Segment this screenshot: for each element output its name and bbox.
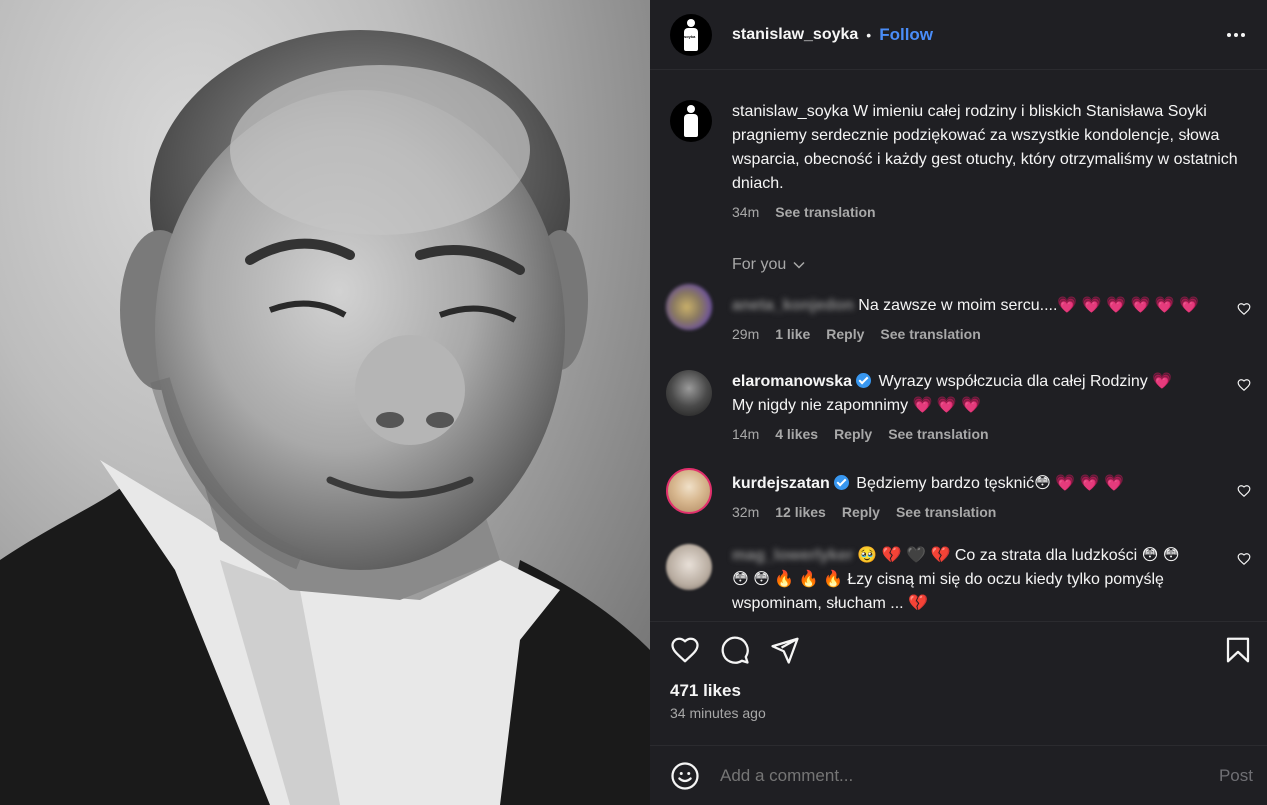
sort-label: For you [732, 256, 787, 273]
post-time: 34 minutes ago [670, 705, 766, 721]
comment-like-icon[interactable] [1237, 552, 1251, 571]
comments-section[interactable]: stanislaw_soyka W imieniu całej rodziny … [650, 70, 1267, 621]
comment-item: mag_lowerlyker 🥹 💔 🖤 💔 Co za strata dla … [666, 544, 1255, 616]
comment-time: 32m [732, 504, 760, 520]
commenter-avatar[interactable] [666, 544, 712, 590]
post-panel: soyka stanislaw_soyka • Follow stanislaw… [650, 0, 1267, 805]
comment-like-icon[interactable] [1237, 484, 1251, 503]
caption: stanislaw_soyka W imieniu całej rodziny … [666, 100, 1255, 220]
comment-body-line2: My nigdy nie zapomnimy 💗 💗 💗 [732, 397, 982, 414]
emoji-icon[interactable] [670, 761, 700, 791]
comment-input[interactable] [720, 765, 1219, 786]
caption-avatar[interactable] [670, 100, 712, 142]
heart-icon[interactable] [670, 635, 700, 665]
comment-likes[interactable]: 12 likes [775, 504, 826, 520]
comment-body-line3: wspominam, słucham ... 💔 [732, 595, 928, 612]
comment-time: 29m [732, 326, 760, 342]
author-avatar[interactable]: soyka [670, 13, 712, 56]
follow-button[interactable]: Follow [879, 25, 933, 45]
reply-button[interactable]: Reply [842, 504, 880, 520]
comment-meta: 32m 12 likes Reply See translation [732, 504, 1222, 520]
commenter-avatar[interactable] [666, 284, 712, 330]
reply-button[interactable]: Reply [826, 326, 864, 342]
comment-text: elaromanowska Wyrazy współczucia dla cał… [732, 370, 1222, 418]
commenter-username[interactable]: elaromanowska [732, 373, 852, 390]
separator-dot: • [866, 26, 872, 43]
caption-username[interactable]: stanislaw_soyka [732, 103, 849, 120]
comment-meta: 14m 4 likes Reply See translation [732, 426, 1222, 442]
more-options-icon[interactable] [1221, 27, 1251, 43]
comment-likes[interactable]: 1 like [775, 326, 810, 342]
comment-body-line2: 😳 😳 🔥 🔥 🔥 Łzy cisną mi się do oczu kiedy… [732, 571, 1164, 588]
post-header: soyka stanislaw_soyka • Follow [650, 0, 1267, 70]
post-photo [0, 0, 650, 805]
see-translation-button[interactable]: See translation [896, 504, 996, 520]
commenter-avatar[interactable] [666, 370, 712, 416]
caption-text: stanislaw_soyka W imieniu całej rodziny … [732, 100, 1255, 196]
caption-meta: 34m See translation [732, 204, 1255, 220]
author-username[interactable]: stanislaw_soyka [732, 26, 858, 44]
comment-item: kurdejszatan Będziemy bardzo tęsknić😳 💗 … [666, 468, 1255, 520]
post-actions [650, 621, 1267, 677]
verified-badge-icon [833, 475, 849, 490]
comment-body: Na zawsze w moim sercu....💗 💗 💗 💗 💗 💗 [858, 297, 1200, 314]
comment-like-icon[interactable] [1237, 302, 1251, 321]
commenter-avatar[interactable] [666, 468, 712, 514]
commenter-username[interactable]: kurdejszatan [732, 475, 830, 492]
avatar-tag: soyka [684, 33, 696, 39]
commenter-username[interactable]: mag_lowerlyker [732, 544, 853, 568]
sort-dropdown[interactable]: For you [732, 256, 1255, 274]
chevron-down-icon [793, 261, 805, 269]
likes-count[interactable]: 471 likes [650, 677, 1267, 705]
comment-likes[interactable]: 4 likes [775, 426, 818, 442]
comment-item: aneta_konjedon Na zawsze w moim sercu...… [666, 284, 1255, 342]
commenter-username[interactable]: aneta_konjedon [732, 294, 854, 318]
post-comment-button[interactable]: Post [1219, 766, 1253, 786]
add-comment-bar: Post [650, 745, 1267, 805]
comment-like-icon[interactable] [1237, 378, 1251, 397]
verified-badge-icon [856, 373, 872, 388]
share-icon[interactable] [770, 635, 800, 665]
comment-meta: 29m 1 like Reply See translation [732, 326, 1222, 342]
portrait-image [0, 30, 650, 805]
comment-text: mag_lowerlyker 🥹 💔 🖤 💔 Co za strata dla … [732, 544, 1222, 616]
bookmark-icon[interactable] [1223, 635, 1253, 665]
comment-text: aneta_konjedon Na zawsze w moim sercu...… [732, 294, 1222, 318]
reply-button[interactable]: Reply [834, 426, 872, 442]
comment-body: Będziemy bardzo tęsknić😳 💗 💗 💗 [856, 475, 1124, 492]
caption-see-translation[interactable]: See translation [775, 204, 875, 220]
comment-body: 🥹 💔 🖤 💔 Co za strata dla ludzkości 😳 😳 [857, 547, 1180, 564]
comment-time: 14m [732, 426, 760, 442]
comment-icon[interactable] [720, 635, 750, 665]
comment-body: Wyrazy współczucia dla całej Rodziny 💗 [878, 373, 1173, 390]
comment-item: elaromanowska Wyrazy współczucia dla cał… [666, 370, 1255, 442]
comment-text: kurdejszatan Będziemy bardzo tęsknić😳 💗 … [732, 472, 1222, 496]
caption-time: 34m [732, 204, 760, 220]
see-translation-button[interactable]: See translation [880, 326, 980, 342]
see-translation-button[interactable]: See translation [888, 426, 988, 442]
